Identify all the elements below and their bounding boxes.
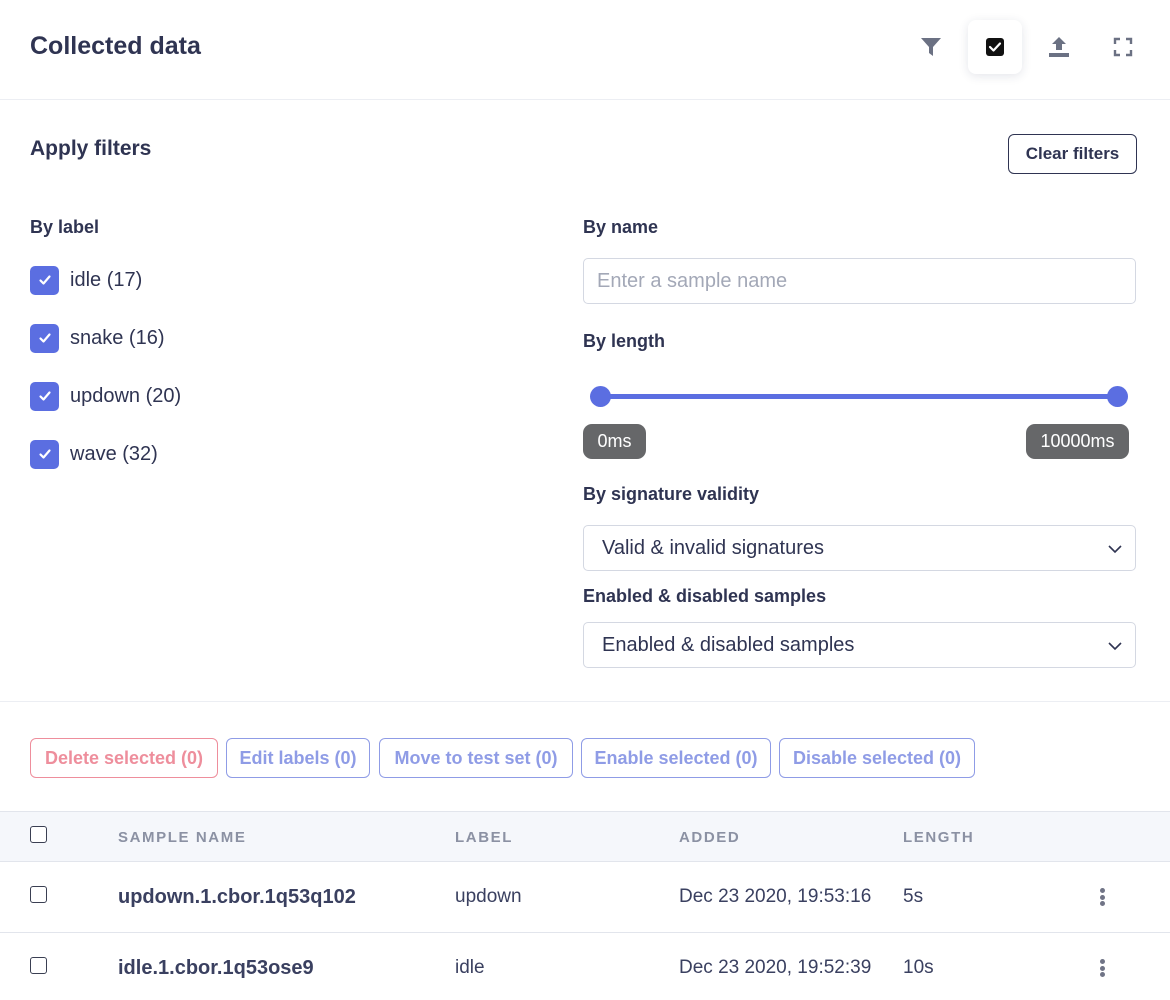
added-cell: Dec 23 2020, 19:52:39 xyxy=(679,957,872,978)
disable-selected-button[interactable]: Disable selected (0) xyxy=(779,738,975,778)
page-header: Collected data xyxy=(0,0,1170,100)
label-filter-wave[interactable]: wave (32) xyxy=(30,439,158,469)
by-name-heading: By name xyxy=(583,217,659,237)
label-filter-text: wave (32) xyxy=(70,442,158,465)
length-slider-min-handle[interactable] xyxy=(590,386,611,407)
label-filter-text: snake (16) xyxy=(70,326,165,349)
length-cell: 10s xyxy=(903,957,934,978)
table-header: SAMPLE NAME LABEL ADDED LENGTH xyxy=(0,812,1170,862)
table-row[interactable]: updown.1.cbor.1q53q102 updown Dec 23 202… xyxy=(0,862,1170,933)
page-title: Collected data xyxy=(30,32,201,60)
edit-labels-button[interactable]: Edit labels (0) xyxy=(226,738,370,778)
move-to-test-set-button[interactable]: Move to test set (0) xyxy=(379,738,573,778)
checkbox-checked-icon[interactable] xyxy=(30,265,59,295)
length-cell: 5s xyxy=(903,886,924,907)
column-header-label[interactable]: LABEL xyxy=(455,829,513,846)
filters-panel: Apply filters Clear filters By label idl… xyxy=(0,100,1170,702)
enabled-samples-select[interactable]: Enabled & disabled samples xyxy=(583,622,1136,668)
signature-validity-select[interactable]: Valid & invalid signatures xyxy=(583,525,1136,571)
checkbox-checked-icon[interactable] xyxy=(30,381,59,411)
select-mode-button[interactable] xyxy=(968,20,1022,74)
signature-validity-value: Valid & invalid signatures xyxy=(602,536,824,559)
filter-button[interactable] xyxy=(904,20,958,74)
row-checkbox[interactable] xyxy=(30,886,47,903)
row-menu-icon[interactable] xyxy=(1094,886,1110,908)
length-slider-max-handle[interactable] xyxy=(1107,386,1128,407)
enabled-samples-heading: Enabled & disabled samples xyxy=(583,586,827,606)
fullscreen-button[interactable] xyxy=(1096,20,1150,74)
label-cell: idle xyxy=(455,957,485,978)
column-header-length[interactable]: LENGTH xyxy=(903,829,974,846)
upload-icon xyxy=(1049,37,1069,57)
label-filter-idle[interactable]: idle (17) xyxy=(30,265,142,295)
label-filter-text: updown (20) xyxy=(70,384,182,407)
length-min-label: 0ms xyxy=(583,424,646,459)
length-slider-track[interactable] xyxy=(601,394,1118,399)
sample-name-cell[interactable]: updown.1.cbor.1q53q102 xyxy=(118,886,356,909)
row-menu-icon[interactable] xyxy=(1094,957,1110,979)
enable-selected-button[interactable]: Enable selected (0) xyxy=(581,738,771,778)
filter-icon xyxy=(921,38,941,56)
select-all-checkbox[interactable] xyxy=(30,826,47,843)
fullscreen-icon xyxy=(1113,37,1133,57)
chevron-down-icon xyxy=(1108,642,1122,651)
chevron-down-icon xyxy=(1108,545,1122,554)
label-cell: updown xyxy=(455,886,522,907)
by-length-heading: By length xyxy=(583,331,666,351)
checkbox-checked-icon[interactable] xyxy=(30,439,59,469)
label-filter-snake[interactable]: snake (16) xyxy=(30,323,165,353)
upload-button[interactable] xyxy=(1032,20,1086,74)
sample-name-cell[interactable]: idle.1.cbor.1q53ose9 xyxy=(118,957,314,980)
column-header-added[interactable]: ADDED xyxy=(679,829,740,846)
label-filter-text: idle (17) xyxy=(70,268,143,291)
checkbox-icon xyxy=(986,38,1004,56)
delete-selected-button[interactable]: Delete selected (0) xyxy=(30,738,218,778)
row-checkbox[interactable] xyxy=(30,957,47,974)
by-label-heading: By label xyxy=(30,217,100,237)
length-max-label: 10000ms xyxy=(1026,424,1129,459)
table-row[interactable]: idle.1.cbor.1q53ose9 idle Dec 23 2020, 1… xyxy=(0,933,1170,1000)
added-cell: Dec 23 2020, 19:53:16 xyxy=(679,886,872,907)
checkbox-checked-icon[interactable] xyxy=(30,323,59,353)
filters-title: Apply filters xyxy=(30,137,152,160)
bulk-actions-bar: Delete selected (0) Edit labels (0) Move… xyxy=(0,702,1170,812)
label-filter-updown[interactable]: updown (20) xyxy=(30,381,181,411)
column-header-sample-name[interactable]: SAMPLE NAME xyxy=(118,829,246,846)
sample-name-input[interactable] xyxy=(583,258,1136,304)
clear-filters-button[interactable]: Clear filters xyxy=(1008,134,1137,174)
by-signature-heading: By signature validity xyxy=(583,484,760,504)
enabled-samples-value: Enabled & disabled samples xyxy=(602,633,855,656)
